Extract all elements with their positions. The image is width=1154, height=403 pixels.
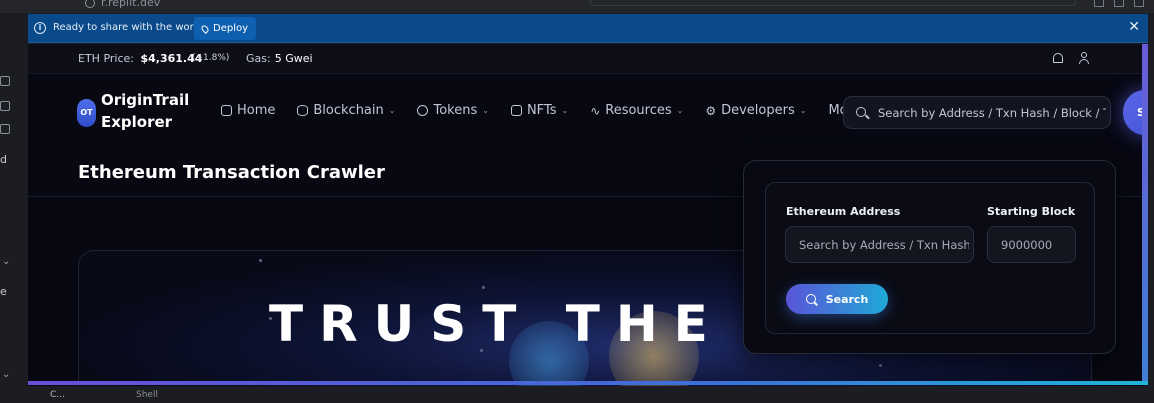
address-bar[interactable]: [590, 0, 1076, 6]
close-tab-icon[interactable]: [1134, 0, 1144, 7]
nav-item-resources[interactable]: ∿ Resources ⌄: [590, 103, 683, 118]
star-dot: [482, 286, 485, 289]
star-dot: [879, 364, 882, 367]
eth-price: ETH Price: $4,361.44: [78, 52, 202, 65]
ide-label: e: [0, 285, 7, 298]
nav-item-tokens[interactable]: Tokens ⌄: [417, 103, 489, 118]
site-info-icon[interactable]: [85, 0, 95, 8]
header-search-placeholder: Search by Address / Txn Hash / Block / T…: [878, 106, 1106, 120]
main-navbar: OT OriginTrail Explorer Home Blockchain …: [28, 75, 1146, 151]
brand-logo[interactable]: OT: [77, 99, 96, 127]
search-button-label: Search: [825, 292, 869, 306]
nav-item-label: Resources: [605, 103, 672, 118]
activity-icon: ∿: [590, 103, 601, 118]
eth-price-label: ETH Price:: [78, 52, 134, 65]
file-link-icon[interactable]: [0, 101, 10, 111]
nav-item-label: Home: [237, 103, 276, 118]
star-dot: [259, 259, 262, 262]
coins-icon: [417, 105, 429, 116]
block-label: Starting Block: [987, 205, 1076, 218]
chrome-actions: [1094, 0, 1144, 7]
console-tab[interactable]: C...: [50, 390, 65, 400]
address-placeholder: Search by Address / Txn Hash /: [799, 238, 969, 252]
nav-item-nfts[interactable]: NFTs ⌄: [510, 103, 569, 118]
crawler-form: Ethereum Address Starting Block Search b…: [765, 182, 1095, 334]
chevron-down-icon: ⌄: [482, 106, 489, 115]
address-input[interactable]: Search by Address / Txn Hash /: [785, 226, 974, 263]
gas-price: Gas: 5 Gwei: [246, 52, 313, 65]
shell-tab[interactable]: Shell: [136, 390, 158, 400]
scrollbar[interactable]: [1142, 44, 1148, 384]
database-icon: [297, 105, 309, 116]
url-display[interactable]: r.replit.dev: [85, 0, 160, 9]
ide-status-bar: C... Shell: [0, 386, 1154, 403]
brand-name-line1: OriginTrail: [101, 91, 190, 109]
nav-item-label: NFTs: [526, 103, 557, 118]
deploy-banner: i Ready to share with the world? Deploy …: [28, 14, 1148, 43]
home-icon: [221, 105, 232, 116]
nav-item-label: Tokens: [433, 103, 478, 118]
page-accent-bar: [28, 381, 1148, 385]
info-icon: i: [34, 22, 46, 34]
user-icon[interactable]: [1079, 52, 1089, 64]
file-link-icon[interactable]: [0, 124, 10, 134]
bell-icon[interactable]: [1053, 53, 1063, 63]
nav-item-developers[interactable]: ⚙ Developers ⌄: [705, 103, 806, 118]
starting-block-input[interactable]: 9000000: [987, 226, 1076, 263]
gas-label: Gas:: [246, 52, 271, 65]
close-icon[interactable]: ✕: [1128, 19, 1140, 35]
chevron-down-icon: ⌄: [561, 106, 569, 115]
price-bar: ETH Price: $4,361.44 (+1.8%) Gas: 5 Gwei: [28, 44, 1146, 74]
gas-value: 5 Gwei: [274, 52, 313, 65]
nav-item-label: Developers: [721, 103, 795, 118]
nav-item-blockchain[interactable]: Blockchain ⌄: [297, 103, 395, 118]
chevron-down-icon: ⌄: [799, 106, 807, 115]
brand-name-line2: Explorer: [101, 113, 173, 131]
page-title: Ethereum Transaction Crawler: [78, 162, 385, 183]
eth-price-change: (+1.8%): [192, 53, 230, 63]
nav-item-home[interactable]: Home: [221, 103, 275, 118]
chevron-down-icon: ⌄: [676, 106, 684, 115]
nav-menu: Home Blockchain ⌄ Tokens ⌄ NFTs ⌄ ∿ Reso…: [221, 103, 894, 118]
app-window: r.replit.dev d ⌄ e ⌄ i Ready to share wi…: [0, 0, 1154, 403]
nav-item-label: Blockchain: [313, 103, 384, 118]
banner-message: Ready to share with the world?: [53, 22, 209, 33]
chevron-down-icon[interactable]: ⌄: [2, 256, 10, 267]
deploy-button[interactable]: Deploy: [194, 17, 257, 40]
web-page: ETH Price: $4,361.44 (+1.8%) Gas: 5 Gwei …: [28, 44, 1146, 386]
extension-icon[interactable]: [1094, 0, 1104, 7]
brand-name[interactable]: OriginTrail Explorer: [101, 89, 189, 133]
file-link-icon[interactable]: [0, 76, 10, 86]
edit-icon[interactable]: [1114, 0, 1124, 7]
chevron-down-icon[interactable]: ⌄: [2, 369, 10, 380]
deploy-label: Deploy: [213, 23, 249, 34]
url-text: r.replit.dev: [101, 0, 161, 9]
search-button[interactable]: Search: [786, 284, 888, 314]
address-label: Ethereum Address: [786, 205, 901, 218]
header-search-input[interactable]: Search by Address / Txn Hash / Block / T…: [843, 96, 1111, 129]
ide-label: d: [0, 153, 7, 166]
search-icon: [856, 107, 866, 117]
chevron-down-icon: ⌄: [388, 106, 396, 115]
browser-chrome: r.replit.dev: [0, 0, 1154, 13]
deploy-icon: [200, 23, 210, 34]
search-icon: [805, 294, 816, 304]
block-placeholder: 9000000: [1001, 238, 1053, 252]
document-icon: [510, 105, 522, 116]
crawler-panel: Ethereum Address Starting Block Search b…: [743, 160, 1116, 354]
gear-icon: ⚙: [705, 103, 717, 118]
ide-left-panel: d ⌄ e ⌄: [0, 13, 28, 403]
